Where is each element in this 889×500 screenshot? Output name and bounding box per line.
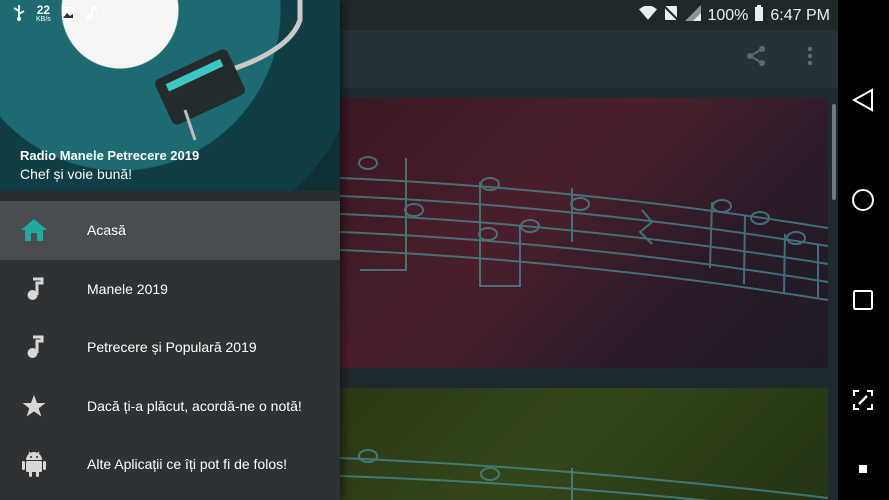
network-speed: 22 KB/s	[36, 3, 51, 24]
scrollbar-thumb[interactable]	[832, 104, 836, 200]
menu-item-label: Petrecere și Populară 2019	[87, 339, 257, 356]
recents-icon[interactable]	[849, 286, 877, 314]
gallery-notification-icon	[61, 6, 75, 25]
battery-icon	[754, 5, 764, 26]
music-staff-art	[340, 156, 828, 301]
menu-item-label: Alte Aplicații ce îți pot fi de folos!	[87, 456, 287, 473]
back-icon[interactable]	[849, 86, 877, 114]
drawer-header: 22 KB/s Radio Manele Petrecere 2019 Chef…	[0, 0, 340, 191]
network-speed-unit: KB/s	[36, 16, 51, 23]
menu-item-other-apps[interactable]: Alte Aplicații ce îți pot fi de folos!	[0, 435, 340, 494]
signal-icon	[685, 5, 702, 26]
toolbar-actions	[742, 42, 824, 70]
network-speed-value: 22	[36, 3, 51, 17]
drawer-header-subtitle: Chef și voie bună!	[20, 166, 133, 182]
share-icon[interactable]	[742, 42, 770, 70]
menu-item-manele[interactable]: Manele 2019	[0, 260, 340, 319]
menu-item-label: Manele 2019	[87, 280, 168, 297]
battery-percent: 100%	[707, 6, 749, 24]
station-card-1[interactable]	[340, 98, 828, 368]
stop-square-icon[interactable]	[849, 455, 877, 483]
overflow-menu-icon[interactable]	[796, 42, 824, 70]
music-note-icon	[17, 272, 51, 306]
drawer-header-title: Radio Manele Petrecere 2019	[20, 148, 200, 163]
android-icon	[17, 447, 51, 481]
music-staff-art-2	[340, 449, 828, 500]
home-circle-icon[interactable]	[849, 186, 877, 214]
menu-item-rate[interactable]: Dacă ți-a plăcut, acordă-ne o notă!	[0, 377, 340, 436]
music-notification-icon	[85, 4, 97, 25]
no-sim-icon	[663, 5, 680, 26]
navigation-drawer: 22 KB/s Radio Manele Petrecere 2019 Chef…	[0, 0, 340, 500]
status-right-group: 100% 6:47 PM	[639, 5, 830, 26]
screenshot-edit-icon[interactable]	[849, 386, 877, 414]
music-note-icon	[17, 330, 51, 364]
menu-item-petrecere[interactable]: Petrecere și Populară 2019	[0, 318, 340, 377]
wifi-icon	[639, 5, 658, 25]
menu-item-label: Acasă	[87, 222, 126, 239]
clock: 6:47 PM	[770, 6, 830, 24]
station-card-2[interactable]	[340, 388, 828, 500]
star-icon	[17, 389, 51, 423]
system-navigation-bar	[838, 0, 889, 500]
drawer-status-bar: 22 KB/s	[0, 0, 340, 30]
drawer-menu: Acasă Manele 2019 Petrecere și Populară …	[0, 201, 340, 494]
menu-item-home[interactable]: Acasă	[0, 201, 340, 260]
drawer-divider	[0, 191, 340, 201]
menu-item-label: Dacă ți-a plăcut, acordă-ne o notă!	[87, 397, 302, 414]
usb-icon	[12, 4, 26, 26]
home-icon	[17, 213, 51, 247]
